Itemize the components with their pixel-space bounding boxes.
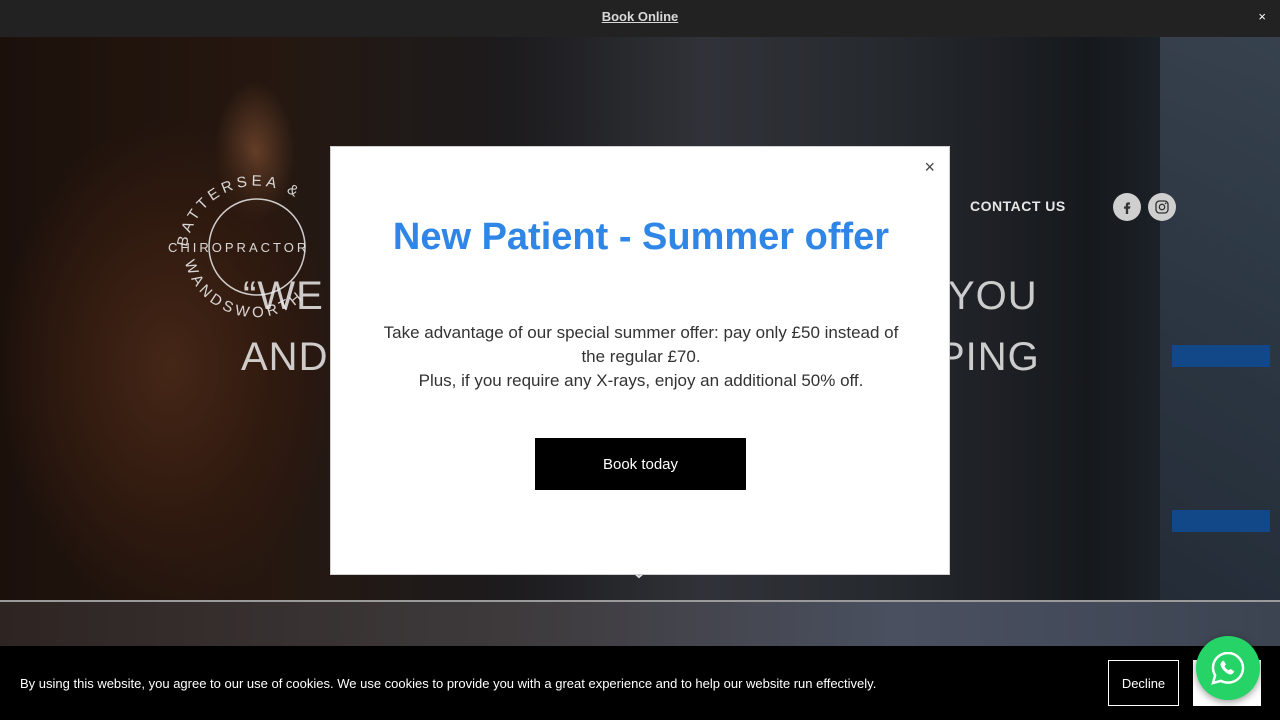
- book-online-link[interactable]: Book Online: [0, 9, 1280, 24]
- decline-button[interactable]: Decline: [1108, 660, 1179, 706]
- svg-text:BATTERSEA &: BATTERSEA &: [174, 173, 305, 248]
- modal-body-line: Plus, if you require any X-rays, enjoy a…: [418, 371, 864, 390]
- modal-body-line: Take advantage of our special summer off…: [383, 323, 899, 366]
- facebook-icon[interactable]: [1113, 193, 1141, 221]
- hero-heading-line1-left: “WE: [243, 274, 324, 318]
- book-today-button[interactable]: Book today: [535, 438, 746, 490]
- announcement-bar: Book Online ×: [0, 0, 1280, 37]
- logo-top-text: BATTERSEA &: [174, 173, 301, 248]
- cookie-banner: By using this website, you agree to our …: [0, 646, 1280, 720]
- nav-contact-us[interactable]: CONTACT US: [970, 198, 1066, 214]
- modal-title: New Patient - Summer offer: [392, 216, 890, 258]
- hero-heading-line2-right: PING: [938, 335, 1040, 379]
- whatsapp-icon[interactable]: [1196, 636, 1260, 700]
- modal-body: Take advantage of our special summer off…: [381, 321, 901, 393]
- cookie-text: By using this website, you agree to our …: [20, 676, 877, 691]
- close-icon[interactable]: ×: [924, 157, 935, 178]
- instagram-icon[interactable]: [1148, 193, 1176, 221]
- hero-heading-line1-right: YOU: [948, 274, 1038, 318]
- close-icon[interactable]: ×: [1258, 9, 1266, 24]
- next-section-preview: [0, 600, 1280, 646]
- promo-modal: × New Patient - Summer offer Take advant…: [330, 146, 950, 575]
- logo-middle-text: CHIROPRACTOR: [168, 240, 309, 255]
- hero-heading-line2-left: AND: [241, 335, 329, 379]
